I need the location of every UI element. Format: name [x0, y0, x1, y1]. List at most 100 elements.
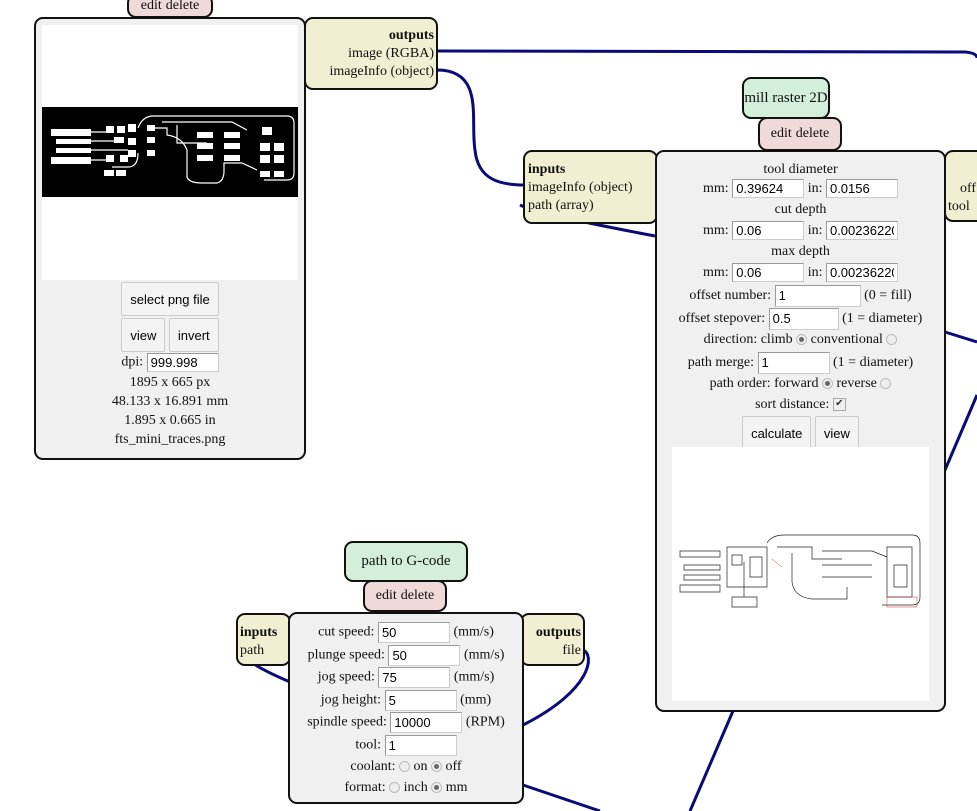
spindle-speed-input[interactable]: [390, 712, 463, 733]
inputs-heading: inputs: [528, 162, 566, 177]
invert-button[interactable]: invert: [168, 318, 219, 352]
climb-radio[interactable]: [796, 334, 808, 346]
outputs-heading: outputs: [535, 625, 581, 640]
jog-speed-label: jog speed:: [317, 669, 375, 685]
offset-stepover-input[interactable]: [768, 307, 839, 330]
wire-right-2[interactable]: [943, 394, 977, 471]
conventional-label: conventional: [810, 332, 883, 347]
in-label: in:: [807, 181, 823, 196]
conventional-radio[interactable]: [886, 334, 898, 346]
gcode-outputs: outputs file: [520, 613, 585, 666]
reverse-radio[interactable]: [880, 378, 892, 390]
format-inch-radio[interactable]: [389, 782, 401, 794]
coolant-off-radio[interactable]: [431, 761, 443, 773]
read-png-controls: select png file view invert dpi: 1895 x …: [36, 282, 304, 449]
coolant-on-label: on: [413, 759, 428, 774]
spindle-speed-label: spindle speed:: [307, 714, 387, 730]
coolant-label: coolant:: [350, 759, 396, 774]
spindle-speed-unit: (RPM): [465, 714, 505, 730]
max-depth-mm-input[interactable]: [732, 263, 805, 283]
calculate-button[interactable]: calculate: [742, 416, 812, 450]
cut-depth-label: cut depth: [774, 202, 827, 217]
gcode-module: cut speed: (mm/s) plunge speed: (mm/s) j…: [288, 612, 524, 804]
gcode-inputs: inputs path: [236, 613, 291, 666]
tool-diameter-label: tool diameter: [763, 162, 838, 177]
delete-link[interactable]: delete: [401, 588, 434, 604]
toolpath-preview: [672, 447, 929, 701]
format-mm-label: mm: [445, 780, 468, 795]
right-module-partial: off tool: [944, 150, 977, 222]
gcode-edit-delete: edit delete: [363, 580, 447, 612]
max-depth-in-input[interactable]: [825, 263, 898, 283]
output-file[interactable]: file: [522, 642, 581, 660]
wire-bottom-2[interactable]: [522, 783, 601, 811]
input-path[interactable]: path: [240, 642, 289, 660]
jog-height-unit: (mm): [460, 692, 492, 708]
wire-imageinfo[interactable]: [436, 68, 526, 187]
coolant-off-label: off: [445, 759, 462, 774]
size-in: 1.895 x 0.665 in: [124, 413, 216, 428]
offset-stepover-label: offset stepover:: [678, 311, 766, 326]
read-png-outputs: outputs image (RGBA) imageInfo (object): [304, 17, 438, 90]
input-path[interactable]: path (array): [528, 197, 656, 215]
tool-label: tool:: [355, 737, 382, 753]
jog-speed-unit: (mm/s): [453, 669, 495, 685]
toolpath-image: [679, 534, 921, 608]
delete-link[interactable]: delete: [166, 0, 199, 14]
input-imageinfo[interactable]: imageInfo (object): [528, 179, 656, 197]
select-png-file-button[interactable]: select png file: [121, 282, 219, 316]
right-module-item[interactable]: tool: [948, 198, 977, 216]
cut-speed-unit: (mm/s): [453, 624, 494, 640]
mill-raster-inputs: inputs imageInfo (object) path (array): [523, 150, 658, 224]
jog-height-input[interactable]: [384, 689, 457, 711]
tool-input[interactable]: [384, 734, 457, 756]
path-merge-note: (1 = diameter): [833, 355, 914, 370]
mm-label: mm:: [703, 181, 729, 196]
size-mm: 48.133 x 16.891 mm: [111, 394, 229, 409]
edit-link[interactable]: edit: [141, 0, 162, 14]
wire-image[interactable]: [436, 49, 977, 59]
tool-diameter-in-input[interactable]: [825, 179, 898, 199]
forward-label: forward: [774, 376, 819, 391]
forward-radio[interactable]: [821, 378, 833, 390]
offset-number-label: offset number:: [689, 288, 772, 303]
read-png-edit-delete: edit delete: [127, 0, 213, 18]
plunge-speed-label: plunge speed:: [307, 647, 385, 663]
wire-bottom-1[interactable]: [688, 710, 735, 811]
jog-speed-input[interactable]: [378, 667, 451, 688]
in-label: in:: [807, 265, 823, 280]
mill-raster-edit-delete: edit delete: [758, 117, 842, 151]
right-module-item[interactable]: off: [960, 180, 977, 198]
output-image[interactable]: image (RGBA): [306, 45, 434, 63]
dpi-input[interactable]: [146, 353, 219, 372]
cut-depth-in-input[interactable]: [825, 221, 898, 241]
format-mm-radio[interactable]: [431, 782, 443, 794]
gcode-title: path to G-code: [344, 541, 468, 582]
tool-diameter-mm-input[interactable]: [732, 179, 805, 199]
direction-label: direction:: [703, 332, 758, 347]
mill-raster-title: mill raster 2D: [742, 77, 830, 119]
path-merge-input[interactable]: [757, 351, 830, 374]
wire-right-1[interactable]: [944, 330, 977, 344]
edit-link[interactable]: edit: [376, 588, 397, 604]
cut-speed-input[interactable]: [377, 622, 450, 643]
pcb-traces-image: [42, 107, 298, 197]
cut-depth-mm-input[interactable]: [732, 221, 805, 241]
sort-distance-checkbox[interactable]: ✔: [832, 398, 846, 412]
path-merge-label: path merge:: [687, 355, 755, 370]
plunge-speed-input[interactable]: [388, 644, 461, 666]
offset-stepover-note: (1 = diameter): [842, 311, 923, 326]
view-button[interactable]: view: [814, 416, 859, 450]
view-button[interactable]: view: [121, 318, 166, 352]
coolant-on-radio[interactable]: [399, 761, 411, 773]
outputs-heading: outputs: [388, 28, 434, 43]
size-px: 1895 x 665 px: [129, 375, 211, 390]
path-order-label: path order:: [709, 376, 771, 391]
format-label: format:: [344, 780, 386, 795]
offset-number-input[interactable]: [774, 284, 861, 307]
delete-link[interactable]: delete: [796, 126, 829, 142]
offset-number-note: (0 = fill): [864, 288, 912, 303]
edit-link[interactable]: edit: [771, 126, 792, 142]
sort-distance-label: sort distance:: [755, 397, 830, 412]
output-imageinfo[interactable]: imageInfo (object): [306, 63, 434, 81]
